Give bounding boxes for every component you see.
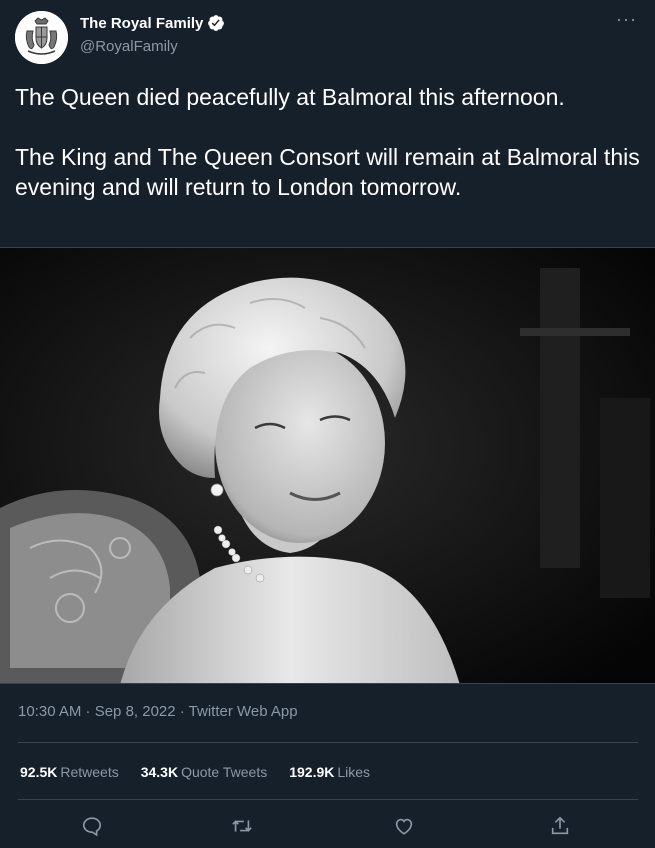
display-name[interactable]: The Royal Family bbox=[80, 15, 203, 32]
tweet-header: The Royal Family @RoyalFamily ··· bbox=[0, 0, 655, 70]
quote-tweets-label: Quote Tweets bbox=[181, 764, 268, 780]
quote-tweets-count: 34.3K bbox=[140, 764, 179, 780]
tweet-timestamp[interactable]: 10:30 AM · Sep 8, 2022 · Twitter Web App bbox=[18, 703, 298, 720]
likes-label: Likes bbox=[337, 764, 371, 780]
retweets-stat[interactable]: 92.5K Retweets bbox=[20, 764, 119, 780]
handle[interactable]: @RoyalFamily bbox=[80, 38, 178, 55]
avatar[interactable] bbox=[15, 11, 68, 64]
likes-count: 192.9K bbox=[289, 764, 335, 780]
portrait-photo-icon bbox=[0, 248, 655, 683]
tweet-text: The Queen died peacefully at Balmoral th… bbox=[15, 84, 640, 200]
name-row: The Royal Family bbox=[80, 14, 225, 32]
retweet-icon[interactable] bbox=[230, 814, 254, 838]
quote-tweets-stat[interactable]: 34.3K Quote Tweets bbox=[141, 764, 268, 780]
coat-of-arms-icon bbox=[15, 11, 68, 64]
retweets-label: Retweets bbox=[60, 764, 119, 780]
tweet-photo[interactable] bbox=[0, 247, 655, 684]
divider bbox=[18, 742, 638, 743]
like-icon[interactable] bbox=[392, 814, 416, 838]
retweets-count: 92.5K bbox=[20, 764, 58, 780]
verified-badge-icon bbox=[208, 15, 225, 31]
share-icon[interactable] bbox=[548, 814, 572, 838]
reply-icon[interactable] bbox=[80, 814, 104, 838]
more-options-icon[interactable]: ··· bbox=[616, 10, 637, 28]
divider bbox=[18, 799, 638, 800]
likes-stat[interactable]: 192.9K Likes bbox=[289, 764, 370, 780]
action-bar bbox=[0, 812, 655, 842]
tweet-stats: 92.5K Retweets 34.3K Quote Tweets 192.9K Li… bbox=[20, 764, 370, 780]
